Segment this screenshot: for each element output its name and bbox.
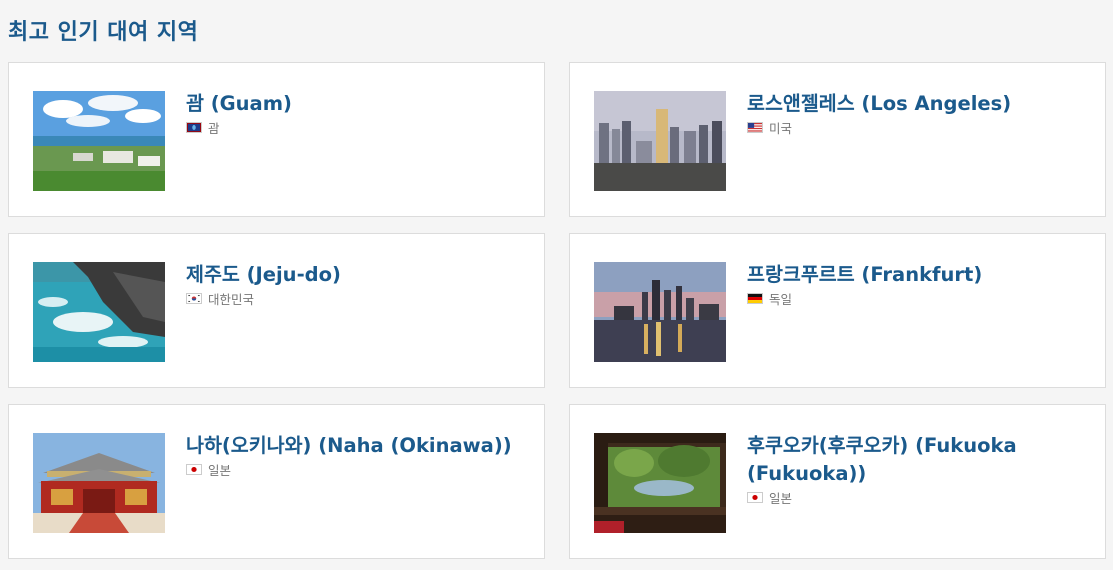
destination-card-fukuoka[interactable]: 후쿠오카(후쿠오카) (Fukuoka (Fukuoka)) 일본: [569, 404, 1106, 559]
usa-flag-icon: [747, 122, 763, 133]
city-link-guam[interactable]: 괌 (Guam): [186, 90, 531, 118]
destination-card-naha[interactable]: 나하(오키나와) (Naha (Okinawa)) 일본: [8, 404, 545, 559]
germany-flag-icon: [747, 293, 763, 304]
country-name-fukuoka: 일본: [769, 491, 793, 506]
country-name-frankfurt: 독일: [769, 292, 793, 307]
city-link-naha[interactable]: 나하(오키나와) (Naha (Okinawa)): [186, 432, 531, 460]
guam-coastline-photo[interactable]: [33, 91, 165, 191]
south-korea-flag-icon: [186, 293, 202, 304]
country-name-jeju: 대한민국: [208, 292, 255, 307]
city-link-jeju[interactable]: 제주도 (Jeju-do): [186, 261, 531, 289]
frankfurt-skyline-dusk-photo[interactable]: [594, 262, 726, 362]
jeju-rocky-coast-photo[interactable]: [33, 262, 165, 362]
country-name-los-angeles: 미국: [769, 121, 793, 136]
city-link-frankfurt[interactable]: 프랑크푸르트 (Frankfurt): [747, 261, 1092, 289]
section-title: 최고 인기 대여 지역: [8, 20, 199, 45]
destination-card-jeju[interactable]: 제주도 (Jeju-do) 대한민국: [8, 233, 545, 388]
country-name-guam: 괌: [208, 121, 220, 136]
destination-card-frankfurt[interactable]: 프랑크푸르트 (Frankfurt) 독일: [569, 233, 1106, 388]
los-angeles-skyline-photo[interactable]: [594, 91, 726, 191]
city-link-fukuoka[interactable]: 후쿠오카(후쿠오카) (Fukuoka (Fukuoka)): [747, 432, 1092, 488]
japanese-garden-photo[interactable]: [594, 433, 726, 533]
japan-flag-icon: [747, 492, 763, 503]
destination-card-los-angeles[interactable]: 로스앤젤레스 (Los Angeles) 미국: [569, 62, 1106, 217]
japan-flag-icon: [186, 464, 202, 475]
guam-flag-icon: [186, 122, 202, 133]
country-name-naha: 일본: [208, 463, 232, 478]
city-link-los-angeles[interactable]: 로스앤젤레스 (Los Angeles): [747, 90, 1092, 118]
destination-card-guam[interactable]: 괌 (Guam) 괌: [8, 62, 545, 217]
shuri-castle-photo[interactable]: [33, 433, 165, 533]
